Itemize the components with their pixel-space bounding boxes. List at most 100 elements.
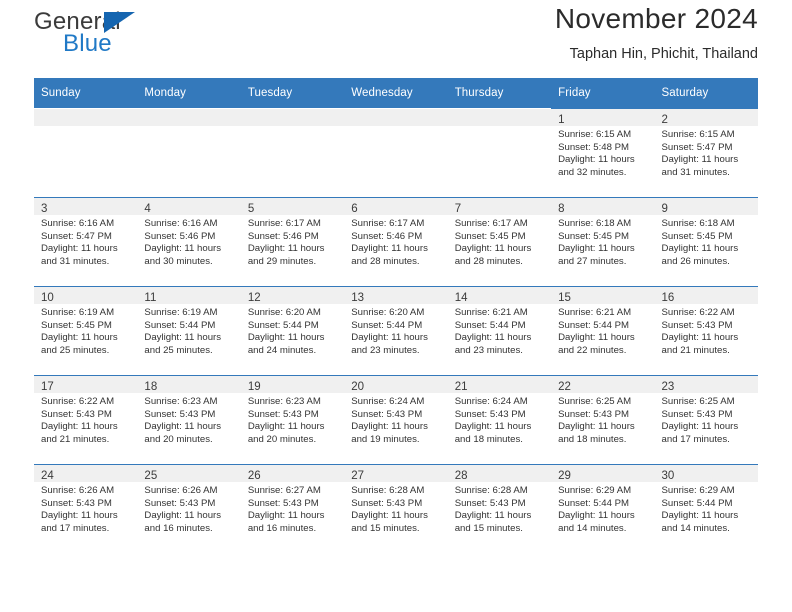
day-number-band: 9 [654, 198, 758, 215]
daylight-text-line2: and 31 minutes. [41, 255, 110, 267]
calendar-cell: 30 Sunrise: 6:29 AM Sunset: 5:44 PM Dayligh… [654, 464, 758, 553]
calendar-day[interactable]: 3 Sunrise: 6:16 AM Sunset: 5:47 PM Daylight… [34, 197, 138, 286]
day-number-band: 7 [447, 198, 552, 215]
calendar-week-row: 1 Sunrise: 6:15 AM Sunset: 5:48 PM Daylight… [34, 108, 758, 197]
day-number-band: 25 [137, 465, 241, 482]
sunset-text: Sunset: 5:46 PM [144, 230, 216, 242]
calendar-cell [34, 108, 138, 197]
day-number-band: 10 [34, 287, 138, 304]
daylight-text-line1: Daylight: 11 hours [558, 510, 635, 522]
calendar-day[interactable]: 2 Sunrise: 6:15 AM Sunset: 5:47 PM Daylight… [654, 108, 758, 197]
calendar-day[interactable]: 18 Sunrise: 6:23 AM Sunset: 5:43 PM Dayligh… [137, 375, 241, 464]
calendar-day[interactable]: 25 Sunrise: 6:26 AM Sunset: 5:43 PM Dayligh… [137, 464, 241, 553]
day-number: 5 [247, 203, 255, 215]
calendar-day[interactable]: 12 Sunrise: 6:20 AM Sunset: 5:44 PM Dayligh… [240, 286, 345, 375]
sunrise-text: Sunrise: 6:16 AM [41, 218, 115, 229]
calendar-day[interactable]: 16 Sunrise: 6:22 AM Sunset: 5:43 PM Dayligh… [654, 286, 758, 375]
day-sun-info: Sunrise: 6:16 AM Sunset: 5:46 PM Daylight:… [137, 215, 240, 268]
sunrise-text: Sunrise: 6:20 AM [247, 307, 321, 318]
sunset-text: Sunset: 5:43 PM [144, 497, 216, 509]
day-number-band: 17 [34, 376, 138, 393]
daylight-text-line1: Daylight: 11 hours [454, 332, 532, 344]
calendar-day[interactable]: 14 Sunrise: 6:21 AM Sunset: 5:44 PM Dayligh… [447, 286, 552, 375]
daylight-text-line2: and 18 minutes. [454, 433, 523, 445]
calendar-day[interactable]: 30 Sunrise: 6:29 AM Sunset: 5:44 PM Dayligh… [654, 464, 758, 553]
calendar-day[interactable]: 17 Sunrise: 6:22 AM Sunset: 5:43 PM Dayligh… [34, 375, 138, 464]
calendar-day[interactable]: 11 Sunrise: 6:19 AM Sunset: 5:44 PM Dayligh… [137, 286, 241, 375]
calendar-day[interactable]: 22 Sunrise: 6:25 AM Sunset: 5:43 PM Dayligh… [551, 375, 655, 464]
daylight-text-line1: Daylight: 11 hours [661, 332, 739, 344]
sunrise-text: Sunrise: 6:15 AM [558, 129, 632, 140]
day-number-band: 26 [240, 465, 345, 482]
sunrise-text: Sunrise: 6:26 AM [41, 485, 115, 496]
calendar-day[interactable]: 28 Sunrise: 6:28 AM Sunset: 5:43 PM Dayligh… [447, 464, 552, 553]
day-number-band: 15 [551, 287, 655, 304]
day-number: 1 [558, 114, 565, 126]
calendar-cell: 9 Sunrise: 6:18 AM Sunset: 5:45 PM Daylight… [654, 197, 758, 286]
daylight-text-line2: and 15 minutes. [351, 522, 420, 534]
sunrise-text: Sunrise: 6:20 AM [351, 307, 425, 318]
daylight-text-line2: and 30 minutes. [144, 255, 213, 267]
calendar-body: 1 Sunrise: 6:15 AM Sunset: 5:48 PM Daylight… [34, 108, 758, 553]
calendar-week-row: 10 Sunrise: 6:19 AM Sunset: 5:45 PM Dayligh… [34, 286, 758, 375]
calendar-cell: 6 Sunrise: 6:17 AM Sunset: 5:46 PM Daylight… [344, 197, 448, 286]
day-number-band [137, 109, 241, 126]
calendar-day[interactable]: 19 Sunrise: 6:23 AM Sunset: 5:43 PM Dayligh… [240, 375, 345, 464]
calendar-day[interactable]: 20 Sunrise: 6:24 AM Sunset: 5:43 PM Dayligh… [344, 375, 448, 464]
calendar-day[interactable]: 15 Sunrise: 6:21 AM Sunset: 5:44 PM Dayligh… [551, 286, 655, 375]
calendar-day[interactable]: 21 Sunrise: 6:24 AM Sunset: 5:43 PM Dayligh… [447, 375, 552, 464]
calendar-day[interactable]: 8 Sunrise: 6:18 AM Sunset: 5:45 PM Daylight… [551, 197, 655, 286]
calendar-table: Sunday Monday Tuesday Wednesday Thursday… [34, 78, 758, 553]
day-sun-info: Sunrise: 6:16 AM Sunset: 5:47 PM Daylight:… [34, 215, 137, 268]
daylight-text-line2: and 21 minutes. [661, 344, 730, 356]
calendar-day[interactable]: 27 Sunrise: 6:28 AM Sunset: 5:43 PM Dayligh… [344, 464, 448, 553]
day-number-band: 22 [551, 376, 655, 393]
sunrise-text: Sunrise: 6:29 AM [661, 485, 735, 496]
calendar-day[interactable]: 23 Sunrise: 6:25 AM Sunset: 5:43 PM Dayligh… [654, 375, 758, 464]
calendar-cell [240, 108, 345, 197]
daylight-text-line2: and 23 minutes. [454, 344, 523, 356]
daylight-text-line1: Daylight: 11 hours [351, 243, 428, 255]
sunset-text: Sunset: 5:43 PM [558, 408, 630, 420]
day-sun-info: Sunrise: 6:22 AM Sunset: 5:43 PM Daylight:… [655, 304, 758, 357]
calendar-day[interactable]: 9 Sunrise: 6:18 AM Sunset: 5:45 PM Daylight… [654, 197, 758, 286]
calendar-day[interactable]: 1 Sunrise: 6:15 AM Sunset: 5:48 PM Daylight… [551, 108, 655, 197]
calendar-day[interactable]: 29 Sunrise: 6:29 AM Sunset: 5:44 PM Dayligh… [551, 464, 655, 553]
calendar-cell: 1 Sunrise: 6:15 AM Sunset: 5:48 PM Daylight… [551, 108, 655, 197]
day-sun-info: Sunrise: 6:18 AM Sunset: 5:45 PM Daylight:… [551, 215, 654, 268]
calendar-day[interactable]: 13 Sunrise: 6:20 AM Sunset: 5:44 PM Dayligh… [344, 286, 448, 375]
day-number: 14 [454, 292, 468, 304]
sunset-text: Sunset: 5:44 PM [454, 319, 526, 331]
sunset-text: Sunset: 5:46 PM [351, 230, 423, 242]
page-title: November 2024 [554, 3, 758, 34]
calendar-cell: 18 Sunrise: 6:23 AM Sunset: 5:43 PM Dayligh… [137, 375, 241, 464]
calendar-day[interactable]: 5 Sunrise: 6:17 AM Sunset: 5:46 PM Daylight… [240, 197, 345, 286]
day-number-band: 12 [240, 287, 345, 304]
generalblue-logo: General Blue [34, 9, 244, 65]
calendar-cell [137, 108, 241, 197]
calendar-day[interactable]: 6 Sunrise: 6:17 AM Sunset: 5:46 PM Daylight… [344, 197, 448, 286]
calendar-cell: 23 Sunrise: 6:25 AM Sunset: 5:43 PM Dayligh… [654, 375, 758, 464]
calendar-day[interactable]: 26 Sunrise: 6:27 AM Sunset: 5:43 PM Dayligh… [240, 464, 345, 553]
daylight-text-line2: and 19 minutes. [351, 433, 420, 445]
daylight-text-line1: Daylight: 11 hours [41, 332, 118, 344]
calendar-day[interactable]: 4 Sunrise: 6:16 AM Sunset: 5:46 PM Daylight… [137, 197, 241, 286]
sunrise-text: Sunrise: 6:18 AM [558, 218, 632, 229]
day-number: 17 [41, 381, 54, 393]
weekday-header-sunday: Sunday [34, 78, 138, 108]
calendar-day[interactable]: 24 Sunrise: 6:26 AM Sunset: 5:43 PM Dayligh… [34, 464, 138, 553]
day-number: 7 [454, 203, 462, 215]
day-number: 9 [661, 203, 668, 215]
day-sun-info: Sunrise: 6:28 AM Sunset: 5:43 PM Daylight:… [448, 482, 551, 535]
calendar-day[interactable]: 10 Sunrise: 6:19 AM Sunset: 5:45 PM Dayligh… [34, 286, 138, 375]
day-number: 15 [558, 292, 571, 304]
daylight-text-line1: Daylight: 11 hours [41, 510, 118, 522]
day-sun-info: Sunrise: 6:29 AM Sunset: 5:44 PM Daylight:… [551, 482, 654, 535]
day-sun-info: Sunrise: 6:21 AM Sunset: 5:44 PM Daylight:… [448, 304, 551, 357]
calendar-cell: 10 Sunrise: 6:19 AM Sunset: 5:45 PM Dayligh… [34, 286, 138, 375]
sunrise-text: Sunrise: 6:26 AM [144, 485, 218, 496]
calendar-day[interactable]: 7 Sunrise: 6:17 AM Sunset: 5:45 PM Daylight… [447, 197, 552, 286]
day-sun-info: Sunrise: 6:25 AM Sunset: 5:43 PM Daylight:… [551, 393, 654, 446]
calendar-day-empty [344, 108, 448, 197]
daylight-text-line1: Daylight: 11 hours [454, 421, 532, 433]
